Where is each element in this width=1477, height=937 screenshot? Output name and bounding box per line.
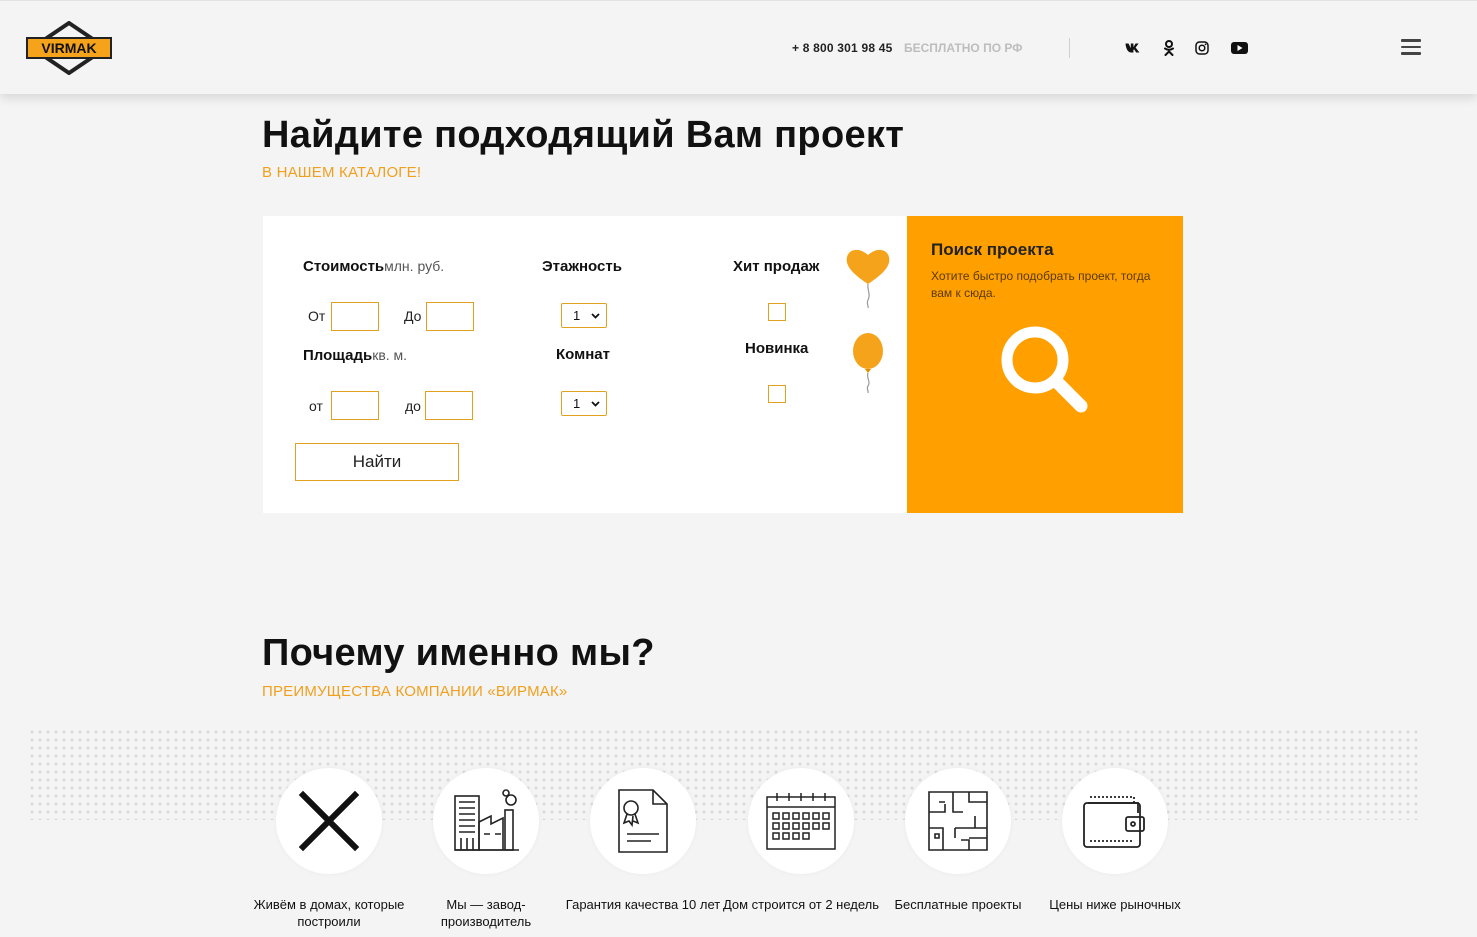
card-text: Хотите быстро подобрать проект, тогда ва… [931, 269, 1151, 300]
area-to-label: до [405, 398, 421, 414]
magnifier-icon [999, 324, 1091, 421]
advantage-item: Дом строится от 2 недель [721, 768, 881, 913]
floors-select[interactable]: 1 [561, 303, 607, 328]
why-section-title: Почему именно мы? [262, 632, 655, 674]
vk-icon[interactable] [1124, 39, 1142, 57]
instagram-icon[interactable] [1193, 39, 1211, 57]
odnoklassniki-icon[interactable] [1160, 39, 1178, 57]
card-title: Поиск проекта [931, 240, 1054, 259]
site-header: VIRMAK + 8 800 301 98 45 БЕСПЛАТНО ПО РФ [0, 0, 1477, 94]
filter-panel: Стоимостьмлн. руб. От До Площадькв. м. о… [263, 216, 907, 513]
advantage-label: Дом строится от 2 недель [722, 897, 880, 912]
virmak-logo[interactable]: VIRMAK [26, 20, 112, 76]
area-unit: кв. м. [372, 347, 408, 363]
hit-sales-checkbox[interactable] [768, 303, 786, 321]
chevron-down-icon [591, 400, 600, 407]
balloon-icon [851, 331, 885, 398]
advantage-item: Бесплатные проекты [878, 768, 1038, 913]
cost-label: Стоимостьмлн. руб. [303, 258, 445, 275]
advantage-item: Гарантия качества 10 лет [563, 768, 723, 913]
search-section-title: Найдите подходящий Вам проект [262, 114, 905, 156]
new-label: Новинка [745, 340, 809, 357]
calendar-icon [748, 768, 854, 874]
cost-unit: млн. руб. [384, 258, 445, 274]
advantage-label: Живём в домах, которые построили [253, 897, 405, 929]
rooms-select[interactable]: 1 [561, 391, 607, 416]
rooms-label: Комнат [556, 346, 610, 363]
certificate-icon [590, 768, 696, 874]
cost-from-label: От [308, 308, 326, 324]
advantage-label: Бесплатные проекты [894, 897, 1022, 912]
advantage-item: Живём в домах, которые построили [249, 768, 409, 930]
close-icon [276, 768, 382, 874]
area-label: Площадькв. м. [303, 347, 408, 364]
cost-to-label: До [404, 308, 422, 324]
cost-from-input[interactable] [331, 302, 379, 331]
project-search-card[interactable]: Поиск проекта Хотите быстро подобрать пр… [907, 216, 1183, 513]
hit-sales-label: Хит продаж [733, 258, 820, 275]
floors-select-value: 1 [573, 308, 581, 323]
phone-number[interactable]: + 8 800 301 98 45 [792, 41, 893, 55]
chevron-down-icon [591, 312, 600, 319]
advantage-label: Цены ниже рыночных [1049, 897, 1181, 912]
area-from-label: от [309, 398, 323, 414]
rooms-select-value: 1 [573, 396, 581, 411]
floors-label: Этажность [542, 258, 622, 275]
area-to-input[interactable] [425, 391, 473, 420]
search-section-subtitle: В НАШЕМ КАТАЛОГЕ! [262, 164, 422, 181]
why-section-subtitle: ПРЕИМУЩЕСТВА КОМПАНИИ «ВИРМАК» [262, 683, 568, 700]
new-checkbox[interactable] [768, 385, 786, 403]
area-from-input[interactable] [331, 391, 379, 420]
youtube-icon[interactable] [1230, 39, 1248, 57]
phone-note: БЕСПЛАТНО ПО РФ [904, 41, 1023, 55]
advantage-label: Мы — завод-производитель [440, 897, 532, 929]
factory-icon [433, 768, 539, 874]
advantage-item: Мы — завод-производитель [406, 768, 566, 930]
wallet-icon [1062, 768, 1168, 874]
floor-plan-icon [905, 768, 1011, 874]
hamburger-menu-icon[interactable] [1401, 39, 1421, 57]
cost-to-input[interactable] [426, 302, 474, 331]
logo-text: VIRMAK [41, 40, 96, 56]
heart-balloon-icon [845, 246, 891, 313]
header-divider [1069, 38, 1070, 58]
find-button[interactable]: Найти [295, 443, 459, 481]
advantage-item: Цены ниже рыночных [1035, 768, 1195, 913]
advantage-label: Гарантия качества 10 лет [565, 897, 721, 912]
